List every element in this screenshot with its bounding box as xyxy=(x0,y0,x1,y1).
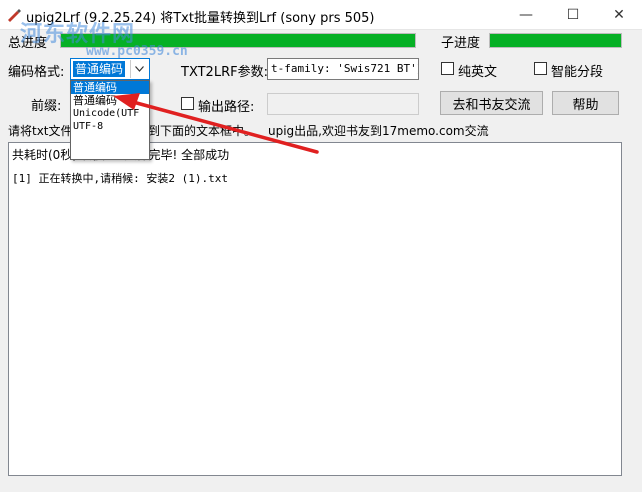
annotation-arrow xyxy=(113,93,319,154)
bottom-edge xyxy=(0,482,642,492)
